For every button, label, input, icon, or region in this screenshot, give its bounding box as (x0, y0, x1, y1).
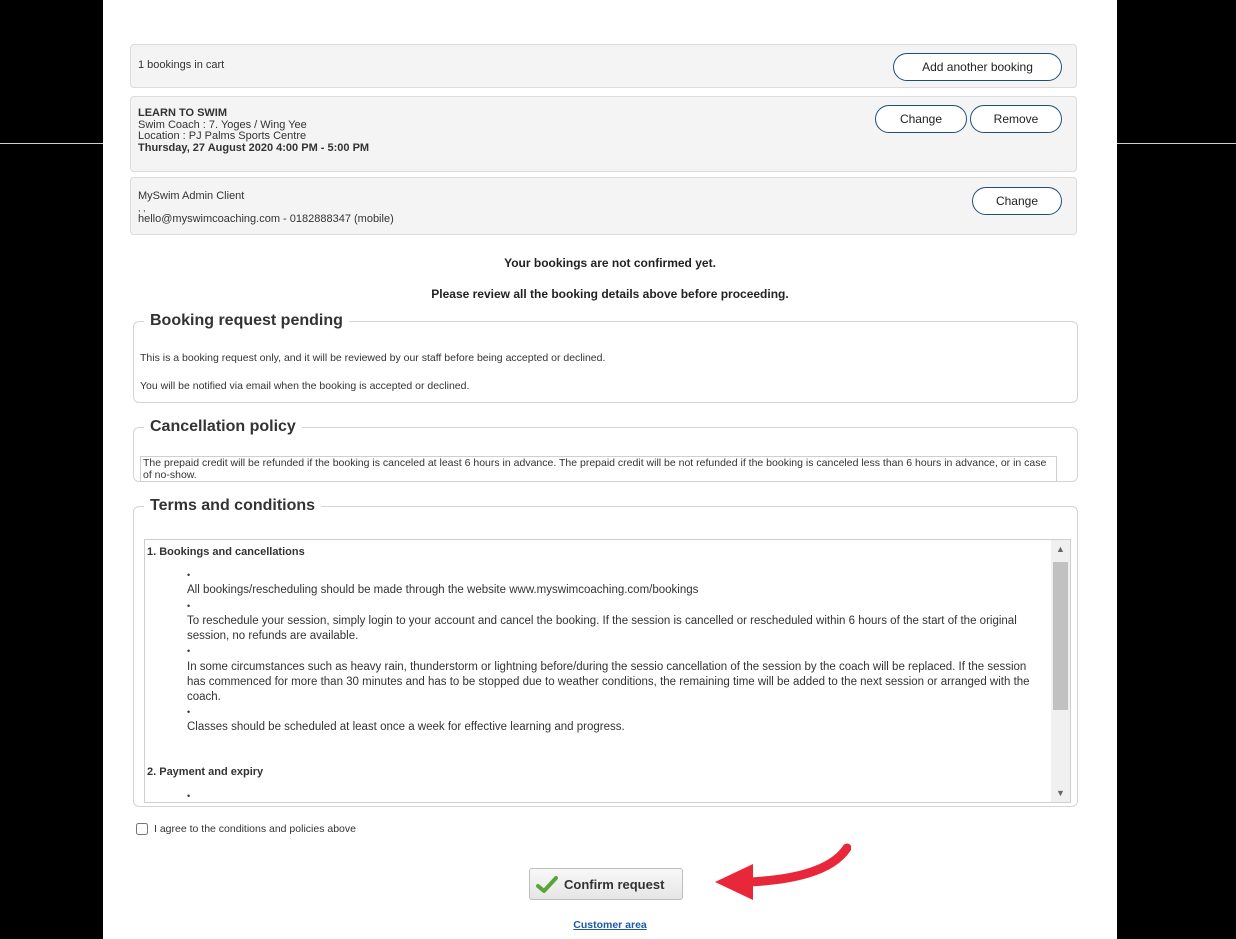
booking-page: 1 bookings in cart Add another booking L… (103, 0, 1117, 939)
terms-item: All bookings/rescheduling should be made… (187, 584, 699, 596)
customer-area-link[interactable]: Customer area (103, 919, 1117, 931)
terms-item: Classes should be scheduled at least onc… (187, 721, 625, 733)
cancellation-text: The prepaid credit will be refunded if t… (140, 456, 1057, 482)
terms-section1-title: 1. Bookings and cancellations (147, 546, 305, 558)
add-another-booking-button[interactable]: Add another booking (893, 53, 1062, 81)
bullet-icon: • (187, 601, 191, 611)
client-name: MySwim Admin Client (138, 190, 245, 202)
booking-datetime: Thursday, 27 August 2020 4:00 PM - 5:00 … (138, 141, 370, 154)
bullet-icon: • (187, 791, 191, 801)
bullet-icon: • (187, 707, 191, 717)
scroll-down-icon[interactable]: ▼ (1051, 784, 1070, 802)
terms-scroll-area[interactable]: 1. Bookings and cancellations • All book… (144, 539, 1071, 803)
cancellation-heading: Cancellation policy (150, 418, 296, 435)
review-notice: Please review all the booking details ab… (431, 287, 789, 301)
confirm-request-button[interactable]: Confirm request (529, 868, 683, 900)
client-panel: MySwim Admin Client , , hello@myswimcoac… (130, 177, 1077, 235)
cart-summary: 1 bookings in cart (138, 59, 225, 71)
terms-scrollbar[interactable]: ▲ ▼ (1051, 540, 1070, 802)
checkmark-icon (536, 876, 558, 893)
pending-heading: Booking request pending (150, 312, 343, 329)
change-client-button[interactable]: Change (972, 187, 1062, 215)
client-extra: , , (138, 203, 146, 213)
change-booking-button[interactable]: Change (875, 105, 967, 133)
terms-item: In some circumstances such as heavy rain… (187, 661, 1030, 703)
pending-line1: This is a booking request only, and it w… (140, 352, 606, 364)
scrollbar-thumb[interactable] (1053, 562, 1068, 710)
cart-panel: 1 bookings in cart Add another booking (130, 44, 1077, 88)
pending-section: Booking request pending This is a bookin… (133, 312, 1078, 403)
bullet-icon: • (187, 570, 191, 580)
terms-heading: Terms and conditions (150, 497, 316, 514)
red-arrow-icon (715, 843, 851, 900)
agree-label: I agree to the conditions and policies a… (154, 823, 356, 835)
not-confirmed-notice: Your bookings are not confirmed yet. (504, 256, 716, 270)
booking-title: LEARN TO SWIM (138, 107, 228, 119)
remove-booking-button[interactable]: Remove (970, 105, 1062, 133)
scroll-up-icon[interactable]: ▲ (1051, 540, 1070, 558)
pending-line2: You will be notified via email when the … (140, 380, 470, 392)
client-contact: hello@myswimcoaching.com - 0182888347 (m… (138, 213, 394, 225)
cancellation-section: Cancellation policy The prepaid credit w… (133, 418, 1078, 482)
terms-item: To reschedule your session, simply login… (187, 615, 1017, 642)
terms-section2-title: 2. Payment and expiry (147, 766, 264, 778)
terms-section: Terms and conditions 1. Bookings and can… (133, 497, 1078, 807)
agree-row[interactable]: I agree to the conditions and policies a… (136, 823, 356, 835)
booking-panel: LEARN TO SWIM Swim Coach : 7. Yoges / Wi… (130, 96, 1077, 172)
agree-checkbox[interactable] (136, 823, 148, 835)
confirm-request-label: Confirm request (564, 876, 665, 892)
booking-location: Location : PJ Palms Sports Centre (138, 130, 307, 142)
bullet-icon: • (187, 646, 191, 656)
